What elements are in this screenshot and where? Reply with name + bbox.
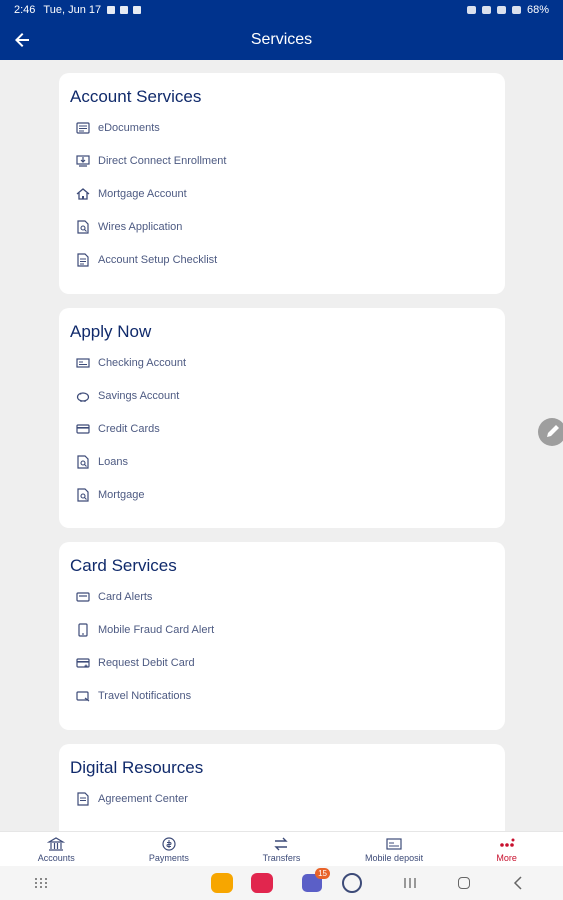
document-icon (76, 122, 90, 134)
item-credit-cards[interactable]: Credit Cards (75, 418, 160, 440)
back-arrow-icon[interactable] (10, 28, 34, 52)
item-wires-application[interactable]: Wires Application (75, 216, 182, 238)
nav-label: Transfers (262, 852, 301, 863)
card-digital-resources: Digital Resources Agreement Center (59, 744, 505, 831)
status-date: Tue, Jun 17 (43, 4, 102, 16)
agreement-icon (77, 792, 89, 806)
status-time: 2:46 (14, 4, 36, 16)
item-label: Account Setup Checklist (98, 254, 218, 266)
nav-label: Mobile deposit (365, 852, 424, 863)
item-travel-notifications[interactable]: Travel Notifications (75, 685, 191, 707)
file-search-icon (77, 488, 89, 502)
card-apply-now: Apply Now Checking Account Savings Accou… (59, 308, 505, 528)
card-alert-icon (76, 592, 90, 602)
nav-transfers[interactable]: Transfers (225, 832, 338, 866)
checklist-icon (77, 253, 89, 267)
nav-label: Payments (148, 852, 189, 863)
home-icon (76, 188, 90, 200)
item-request-debit-card[interactable]: Request Debit Card (75, 652, 195, 674)
check-deposit-icon (386, 837, 402, 850)
transfer-arrows-icon (274, 837, 289, 850)
edit-fab[interactable] (538, 418, 563, 446)
home-button-icon[interactable] (452, 872, 476, 894)
folder-app-icon[interactable] (210, 872, 234, 894)
item-mobile-fraud-card-alert[interactable]: Mobile Fraud Card Alert (75, 619, 214, 641)
item-direct-connect[interactable]: Direct Connect Enrollment (75, 150, 226, 172)
item-label: Agreement Center (98, 793, 188, 805)
file-search-icon (77, 455, 89, 469)
item-mortgage[interactable]: Mortgage (75, 484, 144, 506)
payments-icon (162, 836, 176, 851)
item-label: Mobile Fraud Card Alert (98, 624, 215, 636)
services-list[interactable]: Account Services eDocuments Direct Conne… (0, 60, 563, 831)
download-computer-icon (76, 155, 90, 167)
item-checking-account[interactable]: Checking Account (75, 352, 186, 374)
item-card-alerts[interactable]: Card Alerts (75, 586, 152, 608)
item-label: Mortgage (98, 489, 145, 501)
item-label: Request Debit Card (98, 657, 195, 669)
system-nav-bar: 15 (0, 866, 563, 900)
item-label: Checking Account (98, 357, 187, 369)
item-label: Loans (98, 456, 128, 468)
item-label: Credit Cards (98, 423, 160, 435)
top-bar: 2:46 Tue, Jun 17 68% Services (0, 0, 563, 60)
file-search-icon (77, 220, 89, 234)
item-label: Direct Connect Enrollment (98, 155, 227, 167)
item-account-setup-checklist[interactable]: Account Setup Checklist (75, 249, 217, 271)
section-title: Card Services (70, 556, 177, 575)
item-label: Mortgage Account (98, 188, 187, 200)
browser-app-icon[interactable] (340, 872, 364, 894)
app-bar: Services (0, 20, 563, 60)
credit-card-icon (76, 424, 90, 434)
item-label: Travel Notifications (98, 690, 192, 702)
mute-icon (481, 6, 491, 14)
battery-icon (511, 6, 521, 14)
status-bar: 2:46 Tue, Jun 17 68% (0, 0, 563, 20)
nav-label: Accounts (37, 852, 75, 863)
page-title: Services (250, 31, 313, 48)
item-label: Card Alerts (98, 591, 153, 603)
item-agreement-center[interactable]: Agreement Center (75, 788, 188, 810)
piggy-bank-icon (76, 392, 90, 402)
camera-app-icon[interactable] (250, 872, 274, 894)
bank-icon (47, 836, 66, 851)
item-label: Wires Application (98, 221, 183, 233)
item-savings-account[interactable]: Savings Account (75, 385, 179, 407)
link-icon (466, 6, 476, 14)
card-add-icon (76, 658, 90, 668)
pencil-icon (547, 425, 559, 437)
item-edocuments[interactable]: eDocuments (75, 117, 160, 139)
item-label: eDocuments (98, 122, 160, 134)
wifi-icon (496, 6, 506, 14)
recents-icon[interactable] (398, 872, 422, 894)
section-title: Digital Resources (70, 758, 204, 777)
teams-badge: 15 (315, 868, 330, 879)
card-card-services: Card Services Card Alerts Mobile Fraud C… (59, 542, 505, 730)
nav-payments[interactable]: Payments (113, 832, 226, 866)
more-dots-icon (499, 838, 515, 847)
section-title: Account Services (70, 87, 202, 106)
app-drawer-icon[interactable] (29, 872, 53, 894)
item-label: Savings Account (98, 390, 180, 402)
nav-accounts[interactable]: Accounts (0, 832, 113, 866)
card-account-services: Account Services eDocuments Direct Conne… (59, 73, 505, 294)
item-mortgage-account[interactable]: Mortgage Account (75, 183, 187, 205)
item-loans[interactable]: Loans (75, 451, 128, 473)
card-travel-icon (76, 691, 90, 702)
back-nav-icon[interactable] (506, 872, 530, 894)
mobile-icon (78, 623, 88, 637)
nav-more[interactable]: More (450, 832, 563, 866)
teams-app-icon[interactable]: 15 (300, 868, 330, 894)
section-title: Apply Now (70, 322, 152, 341)
checkbook-icon (76, 358, 90, 368)
battery-level: 68% (526, 4, 549, 16)
nav-mobile-deposit[interactable]: Mobile deposit (338, 832, 451, 866)
notification-icons (107, 6, 142, 14)
status-right: 68% (466, 4, 549, 16)
bottom-nav: Accounts Payments Transfers Mobile depos… (0, 831, 563, 866)
nav-label: More (496, 852, 517, 863)
